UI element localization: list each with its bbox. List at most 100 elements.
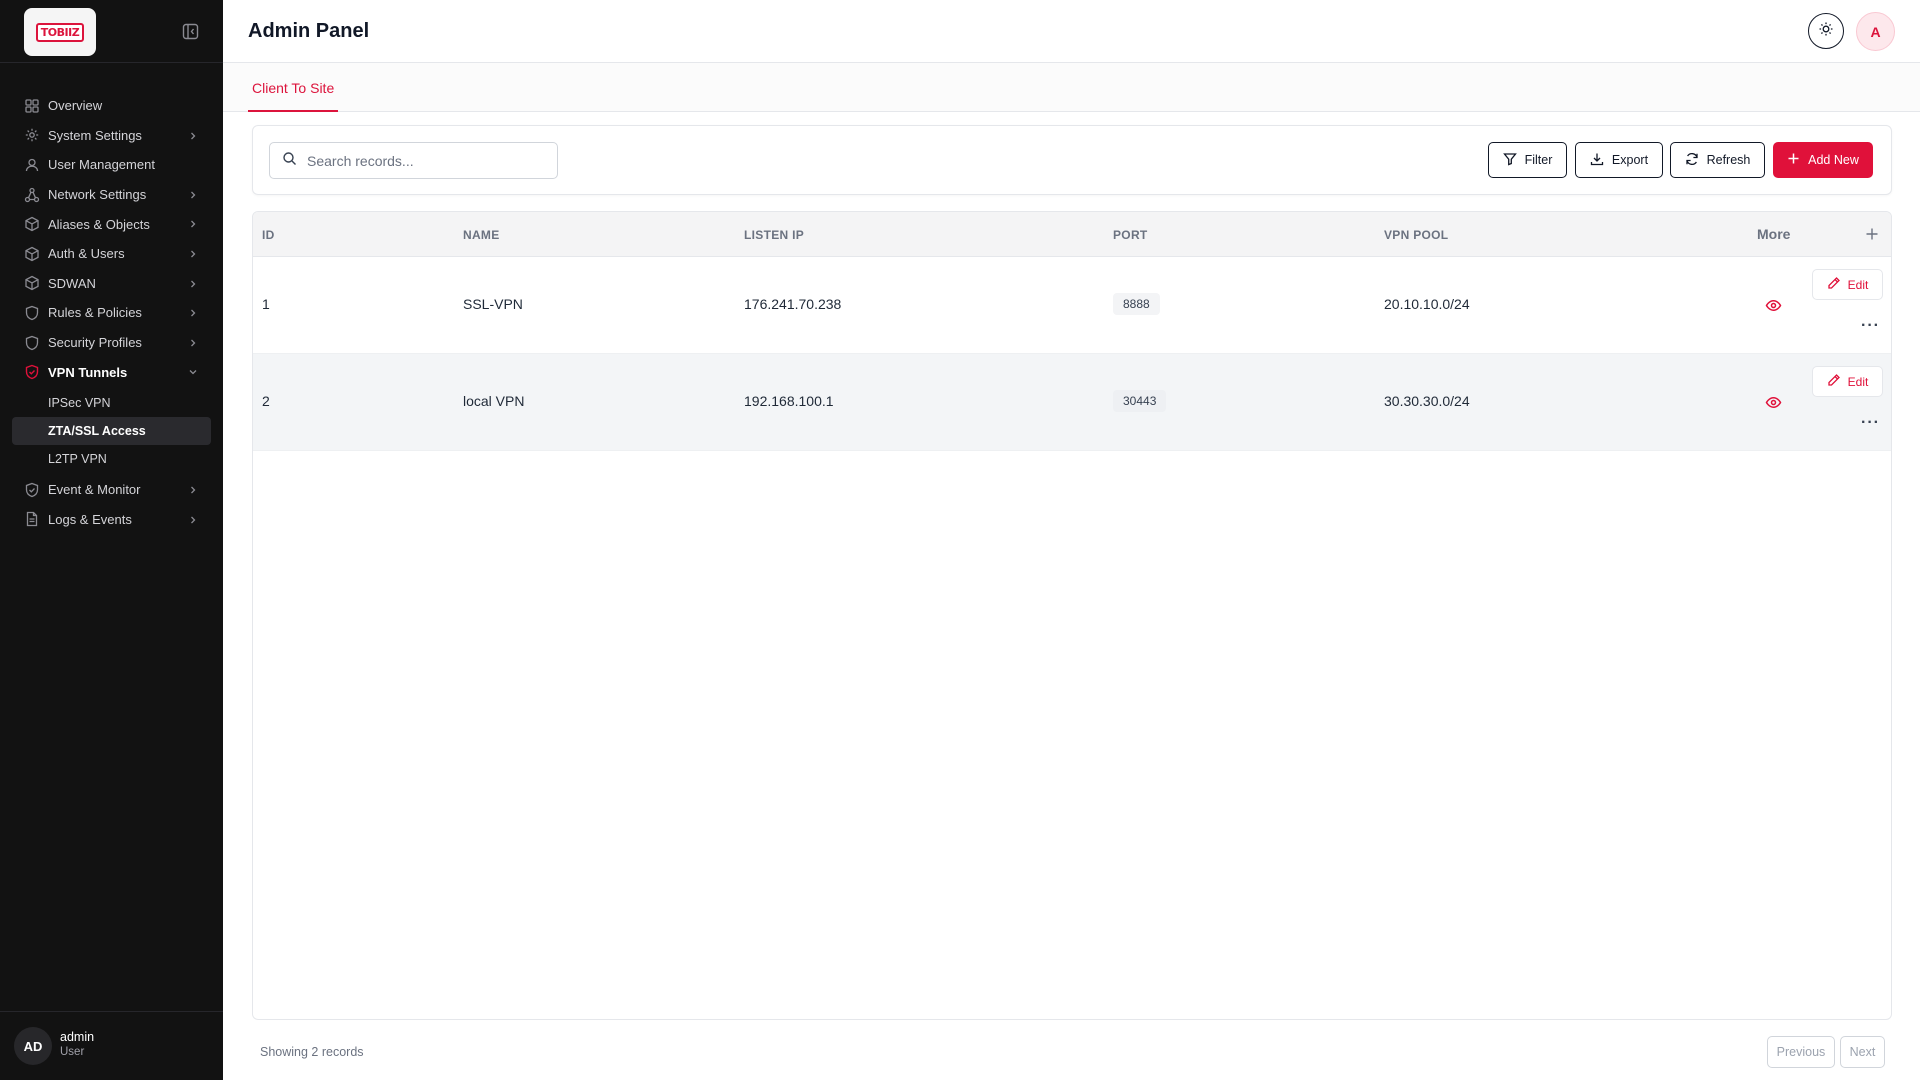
table-row[interactable]: 1 SSL-VPN 176.241.70.238 8888 20.10.10.0… — [253, 257, 1891, 354]
box-icon — [24, 246, 40, 262]
chevron-right-icon — [187, 514, 199, 526]
cell-vpn-pool: 30.30.30.0/24 — [1384, 393, 1470, 409]
search-icon — [282, 151, 297, 171]
sidebar-subitem-zta-ssl-access[interactable]: ZTA/SSL Access — [12, 416, 211, 445]
sidebar-collapse-icon[interactable] — [182, 23, 199, 40]
user-menu-avatar[interactable]: A — [1856, 12, 1895, 51]
sidebar-item-aliases-objects[interactable]: Aliases & Objects — [0, 209, 223, 239]
sun-icon — [1818, 21, 1834, 42]
sidebar-item-label: SDWAN — [48, 275, 96, 291]
table-row[interactable]: 2 local VPN 192.168.100.1 30443 30.30.30… — [253, 354, 1891, 451]
eye-icon[interactable] — [1765, 394, 1782, 411]
logo[interactable]: TOBIIZ — [24, 8, 96, 56]
column-header-vpn-pool: VPN POOL — [1384, 228, 1449, 242]
more-options-icon[interactable]: ··· — [1861, 414, 1880, 432]
cell-name: local VPN — [463, 393, 525, 409]
sidebar-item-label: System Settings — [48, 127, 142, 143]
chevron-right-icon — [187, 189, 199, 201]
sidebar-subitem-l2tp-vpn[interactable]: L2TP VPN — [12, 445, 211, 473]
add-column-icon[interactable] — [1865, 227, 1879, 241]
sidebar-item-sdwan[interactable]: SDWAN — [0, 269, 223, 299]
sidebar-item-label: Overview — [48, 98, 103, 114]
user-icon — [24, 157, 40, 173]
more-options-icon[interactable]: ··· — [1861, 317, 1880, 335]
chevron-right-icon — [187, 248, 199, 260]
cell-id: 1 — [262, 296, 270, 312]
next-page-button[interactable]: Next — [1840, 1036, 1885, 1068]
sidebar-item-network-settings[interactable]: Network Settings — [0, 180, 223, 210]
sidebar-item-label: VPN Tunnels — [48, 364, 128, 380]
pencil-icon — [1827, 373, 1841, 390]
box-icon — [24, 216, 40, 232]
records-table: ID NAME LISTEN IP PORT VPN POOL More 1 S… — [252, 211, 1892, 1020]
document-icon — [24, 511, 40, 527]
top-header: Admin Panel A — [223, 0, 1920, 63]
sidebar-header: TOBIIZ — [0, 0, 223, 63]
column-header-listen-ip: LISTEN IP — [744, 228, 805, 242]
sidebar-item-system-settings[interactable]: System Settings — [0, 121, 223, 151]
sidebar-item-security-profiles[interactable]: Security Profiles — [0, 328, 223, 358]
column-header-id: ID — [262, 228, 275, 242]
chevron-right-icon — [187, 218, 199, 230]
box-icon — [24, 275, 40, 291]
pencil-icon — [1827, 276, 1841, 293]
shield-icon — [24, 305, 40, 321]
cell-listen-ip: 192.168.100.1 — [744, 393, 834, 409]
sidebar-user-profile[interactable]: AD admin User — [0, 1011, 223, 1080]
edit-button-label: Edit — [1847, 277, 1869, 292]
chevron-right-icon — [187, 337, 199, 349]
sidebar-item-label: Event & Monitor — [48, 482, 141, 498]
theme-toggle-button[interactable] — [1808, 13, 1844, 49]
previous-page-button[interactable]: Previous — [1767, 1036, 1835, 1068]
tab-bar: Client To Site — [223, 63, 1920, 112]
table-header: ID NAME LISTEN IP PORT VPN POOL More — [253, 212, 1891, 257]
cell-name: SSL-VPN — [463, 296, 523, 312]
refresh-button[interactable]: Refresh — [1670, 142, 1765, 178]
column-header-name: NAME — [463, 228, 500, 242]
sidebar-item-logs-events[interactable]: Logs & Events — [0, 505, 223, 535]
export-button-label: Export — [1611, 153, 1649, 167]
chevron-down-icon — [187, 366, 199, 378]
sidebar-item-user-management[interactable]: User Management — [0, 150, 223, 180]
plus-icon — [1787, 152, 1800, 168]
sidebar-subitem-label: IPSec VPN — [48, 395, 111, 410]
sidebar-item-rules-policies[interactable]: Rules & Policies — [0, 298, 223, 328]
export-button[interactable]: Export — [1575, 142, 1663, 178]
sidebar-item-label: User Management — [48, 157, 155, 173]
cell-vpn-pool: 20.10.10.0/24 — [1384, 296, 1470, 312]
sidebar-item-event-monitor[interactable]: Event & Monitor — [0, 475, 223, 505]
search-box[interactable] — [269, 142, 558, 179]
sidebar-subitem-ipsec-vpn[interactable]: IPSec VPN — [12, 389, 211, 417]
edit-button-label: Edit — [1847, 374, 1869, 389]
filter-button[interactable]: Filter — [1488, 142, 1567, 178]
edit-button[interactable]: Edit — [1812, 269, 1883, 300]
page-title: Admin Panel — [248, 20, 370, 42]
grid-icon — [24, 98, 40, 114]
user-role: User — [60, 1046, 85, 1058]
sidebar-item-label: Network Settings — [48, 187, 147, 203]
sidebar-subitem-label: ZTA/SSL Access — [48, 423, 146, 438]
gear-icon — [24, 127, 40, 143]
tab-client-to-site[interactable]: Client To Site — [248, 63, 339, 112]
eye-icon[interactable] — [1765, 297, 1782, 314]
download-icon — [1590, 152, 1604, 169]
logo-text: TOBIIZ — [35, 22, 85, 42]
shield-check-icon — [24, 364, 40, 380]
chevron-right-icon — [187, 484, 199, 496]
sidebar-item-overview[interactable]: Overview — [0, 91, 223, 121]
filter-icon — [1502, 152, 1517, 169]
add-new-button[interactable]: Add New — [1773, 142, 1873, 178]
cell-listen-ip: 176.241.70.238 — [744, 296, 842, 312]
cell-id: 2 — [262, 393, 270, 409]
sidebar-item-label: Security Profiles — [48, 335, 142, 351]
sidebar-item-vpn-tunnels[interactable]: VPN Tunnels — [0, 357, 223, 387]
user-name: admin — [60, 1030, 95, 1044]
search-input[interactable] — [307, 152, 547, 169]
filter-button-label: Filter — [1524, 153, 1553, 167]
refresh-icon — [1685, 152, 1699, 169]
chevron-right-icon — [187, 307, 199, 319]
network-icon — [24, 187, 40, 203]
sidebar-nav: Overview System Settings User Management… — [0, 63, 223, 534]
sidebar-item-auth-users[interactable]: Auth & Users — [0, 239, 223, 269]
edit-button[interactable]: Edit — [1812, 366, 1883, 397]
